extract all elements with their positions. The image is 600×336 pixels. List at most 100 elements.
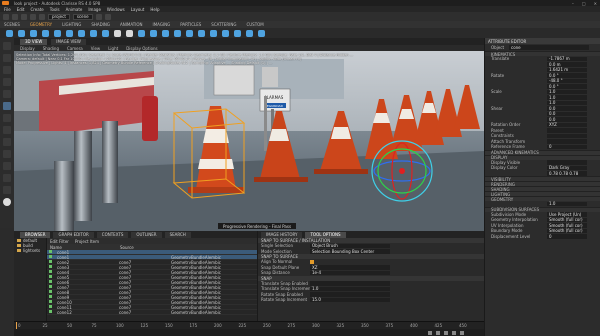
- undo-icon[interactable]: [30, 13, 36, 20]
- play-icon[interactable]: [95, 13, 102, 20]
- attribute-field[interactable]: -1.7867 m: [547, 56, 587, 61]
- shelf-tool-icon[interactable]: [174, 29, 181, 37]
- menu-item-help[interactable]: Help: [150, 7, 159, 12]
- attribute-field[interactable]: Smooth (full cor): [547, 223, 587, 228]
- last-frame-icon[interactable]: [460, 330, 464, 335]
- visibility-checkbox[interactable]: [49, 250, 52, 253]
- attribute-field[interactable]: XYZ: [547, 122, 587, 127]
- tab-search[interactable]: SEARCH: [164, 231, 191, 238]
- shelf-tool-icon[interactable]: [126, 29, 133, 37]
- first-frame-icon[interactable]: [428, 330, 432, 335]
- visibility-checkbox[interactable]: [49, 295, 52, 298]
- next-frame-icon[interactable]: [452, 330, 456, 335]
- attribute-field[interactable]: 0.0: [547, 111, 587, 116]
- play-icon[interactable]: [444, 330, 448, 335]
- attribute-field[interactable]: 0.0: [547, 117, 587, 122]
- stop-icon[interactable]: [104, 13, 111, 20]
- attribute-field[interactable]: 1.0: [547, 89, 587, 94]
- shelf-tool-icon[interactable]: [186, 29, 193, 37]
- tab-image-view[interactable]: IMAGE VIEW: [51, 38, 86, 45]
- attribute-field[interactable]: 0.0 °: [547, 84, 587, 89]
- visibility-checkbox[interactable]: [49, 275, 52, 278]
- maximize-button[interactable]: □: [582, 1, 586, 6]
- tool-option-field[interactable]: Selection Bounding Box Center: [310, 249, 390, 254]
- camera-tool-icon[interactable]: [3, 114, 11, 122]
- shelf-tool-icon[interactable]: [258, 29, 265, 37]
- tool-option-field[interactable]: 1.0: [310, 286, 390, 291]
- shelf-tool-icon[interactable]: [114, 29, 121, 37]
- shelf-tool-icon[interactable]: [30, 29, 37, 37]
- scale-tool-icon[interactable]: [3, 78, 11, 86]
- shelf-tool-icon[interactable]: [210, 29, 217, 37]
- visibility-checkbox[interactable]: [49, 280, 52, 283]
- tab-3d-view[interactable]: 3D VIEW: [20, 38, 48, 45]
- attribute-field[interactable]: [547, 133, 587, 138]
- redo-icon[interactable]: [39, 13, 45, 20]
- tab-scenes[interactable]: SCENES: [4, 22, 20, 27]
- attribute-field[interactable]: 1.0: [547, 201, 587, 206]
- shelf-tool-icon[interactable]: [102, 29, 109, 37]
- visibility-checkbox[interactable]: [49, 255, 52, 258]
- shelf-tool-icon[interactable]: [162, 29, 169, 37]
- viewport-menu-item[interactable]: Camera: [67, 46, 83, 51]
- attribute-field[interactable]: 0.0: [547, 106, 587, 111]
- tab-animation[interactable]: ANIMATION: [120, 22, 143, 27]
- attribute-field[interactable]: Smooth (full cor): [547, 217, 587, 222]
- shelf-tool-icon[interactable]: [66, 29, 73, 37]
- attribute-field[interactable]: 1.0: [547, 95, 587, 100]
- scatter-tool-icon[interactable]: [3, 138, 11, 146]
- menu-item-animate[interactable]: Animate: [66, 7, 83, 12]
- tab-custom[interactable]: CUSTOM: [246, 22, 263, 27]
- viewport-menu-item[interactable]: Display Options: [126, 46, 157, 51]
- menu-item-layout[interactable]: Layout: [131, 7, 145, 12]
- shelf-tool-icon[interactable]: [78, 29, 85, 37]
- rotate-tool-icon[interactable]: [3, 66, 11, 74]
- visibility-checkbox[interactable]: [49, 265, 52, 268]
- visibility-checkbox[interactable]: [49, 290, 52, 293]
- light-tool-icon[interactable]: [3, 150, 11, 158]
- attribute-field[interactable]: 0.0 m: [547, 62, 587, 67]
- attribute-field[interactable]: [547, 128, 587, 133]
- tab-browser[interactable]: BROWSER: [20, 231, 51, 238]
- shelf-tool-icon[interactable]: [246, 29, 253, 37]
- prev-frame-icon[interactable]: [436, 330, 440, 335]
- menu-item-image[interactable]: Image: [88, 7, 101, 12]
- attribute-field[interactable]: Use Project (Un): [547, 212, 587, 217]
- move-tool-icon[interactable]: [3, 54, 11, 62]
- menu-item-windows[interactable]: Windows: [107, 7, 125, 12]
- close-button[interactable]: ✕: [594, 1, 597, 6]
- visibility-checkbox[interactable]: [49, 305, 52, 308]
- project-item-button[interactable]: Project Item: [75, 239, 99, 244]
- tab-lighting[interactable]: LIGHTING: [62, 22, 81, 27]
- shelf-tool-icon[interactable]: [18, 29, 25, 37]
- attribute-field[interactable]: -48.0 °: [547, 78, 587, 83]
- tab-contexts[interactable]: CONTEXTS: [96, 231, 129, 238]
- tab-graph-editor[interactable]: GRAPH EDITOR: [53, 231, 94, 238]
- snap-tool-icon[interactable]: [3, 102, 11, 110]
- timeline[interactable]: 0 25 50 75 100 125 150 175 200 225 250 275 300 325 350…: [14, 321, 484, 330]
- object-name-field[interactable]: cone: [509, 45, 589, 50]
- tab-imaging[interactable]: IMAGING: [153, 22, 171, 27]
- table-row[interactable]: cone12 cone7 GeometryBundleAlembic: [47, 310, 257, 315]
- shelf-tool-icon[interactable]: [54, 29, 61, 37]
- context-sub-field[interactable]: scene: [72, 13, 93, 20]
- attribute-field[interactable]: 0: [547, 144, 587, 149]
- shelf-tool-icon[interactable]: [42, 29, 49, 37]
- select-tool-icon[interactable]: [3, 42, 11, 50]
- shelf-tool-icon[interactable]: [234, 29, 241, 37]
- attribute-field[interactable]: 0: [547, 234, 587, 239]
- shelf-tool-icon[interactable]: [138, 29, 145, 37]
- tool-option-field[interactable]: [310, 281, 390, 286]
- attribute-field[interactable]: 0.78 0.78 0.78: [547, 171, 587, 176]
- tab-image-history[interactable]: IMAGE HISTORY: [261, 231, 303, 238]
- minimize-button[interactable]: –: [572, 1, 574, 6]
- viewport-menu-item[interactable]: View: [91, 46, 101, 51]
- viewport-menu-item[interactable]: Display: [20, 46, 35, 51]
- tab-geometry[interactable]: GEOMETRY: [30, 22, 52, 27]
- tab-tool-options[interactable]: TOOL OPTIONS: [305, 231, 346, 238]
- visibility-checkbox[interactable]: [49, 285, 52, 288]
- tool-option-checkbox[interactable]: [310, 259, 314, 264]
- attribute-field[interactable]: [547, 160, 587, 165]
- tool-option-field[interactable]: Object Brush: [310, 243, 390, 248]
- tree-item[interactable]: lightsets: [14, 248, 46, 253]
